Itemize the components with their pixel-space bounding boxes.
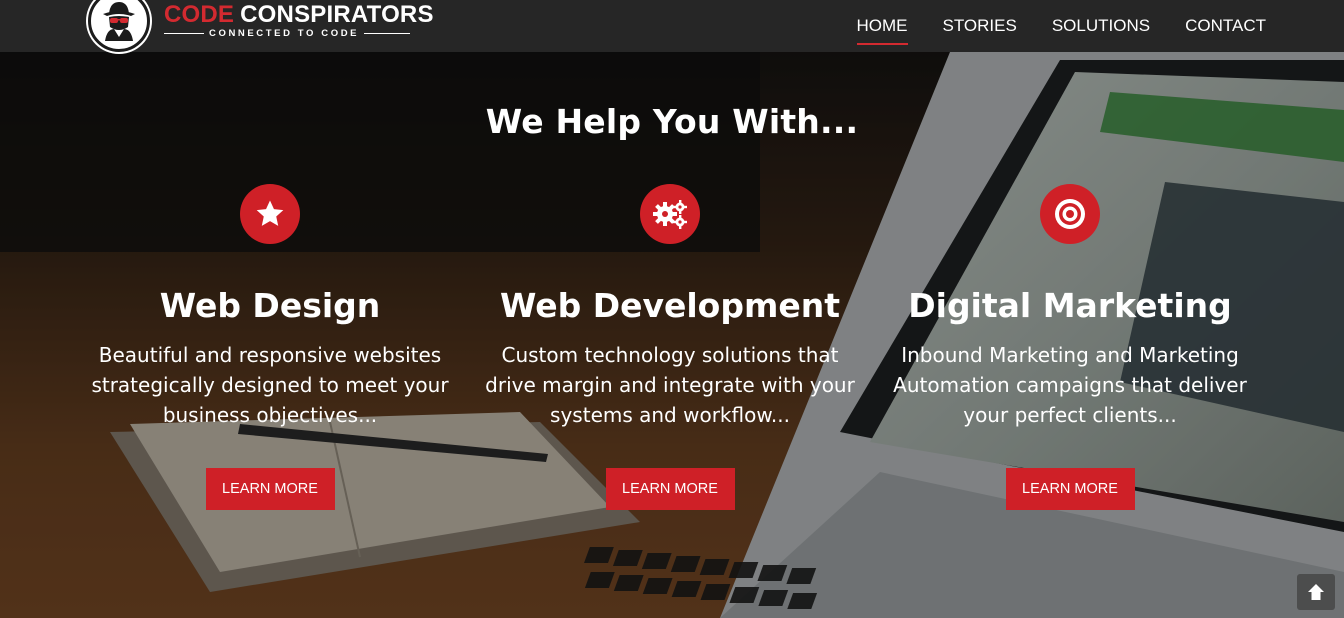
main-nav: HOME STORIES SOLUTIONS CONTACT — [822, 16, 1266, 45]
site-logo[interactable]: CODE CONSPIRATORS CONNECTED TO CODE — [88, 0, 433, 52]
nav-solutions[interactable]: SOLUTIONS — [1052, 16, 1150, 45]
service-description: Custom technology solutions that drive m… — [485, 343, 855, 427]
tagline-rule-left — [164, 33, 204, 34]
spy-logo-icon — [88, 0, 150, 52]
nav-contact[interactable]: CONTACT — [1185, 16, 1266, 45]
service-title: Digital Marketing — [908, 286, 1232, 325]
gears-icon — [640, 184, 700, 244]
site-header: CODE CONSPIRATORS CONNECTED TO CODE HOME … — [0, 0, 1344, 52]
logo-wordmark: CODE CONSPIRATORS CONNECTED TO CODE — [164, 3, 434, 39]
learn-more-button-digital-marketing[interactable]: LEARN MORE — [1005, 468, 1135, 510]
service-digital-marketing: Digital Marketing Inbound Marketing and … — [870, 184, 1270, 510]
service-description: Beautiful and responsive websites strate… — [91, 343, 449, 427]
logo-tagline-text: CONNECTED TO CODE — [209, 28, 360, 39]
nav-home[interactable]: HOME — [856, 16, 908, 45]
star-icon — [240, 184, 300, 244]
service-title: Web Design — [159, 286, 381, 325]
nav-stories[interactable]: STORIES — [943, 16, 1017, 45]
arrow-up-icon — [1308, 584, 1324, 600]
learn-more-button-web-design[interactable]: LEARN MORE — [205, 468, 335, 510]
learn-more-button-web-development[interactable]: LEARN MORE — [605, 468, 735, 510]
service-web-development: Web Development Custom technology soluti… — [470, 184, 870, 510]
logo-tagline: CONNECTED TO CODE — [164, 28, 434, 39]
hero-title: We Help You With... — [485, 102, 859, 141]
logo-word-conspirators: CONSPIRATORS — [240, 1, 434, 28]
service-description: Inbound Marketing and Marketing Automati… — [893, 343, 1247, 427]
back-to-top-button[interactable] — [1297, 574, 1335, 610]
service-title: Web Development — [499, 286, 841, 325]
target-icon — [1040, 184, 1100, 244]
logo-word-code: CODE — [164, 1, 235, 28]
hero-section: We Help You With... Web Design Beautiful… — [0, 52, 1344, 618]
service-web-design: Web Design Beautiful and responsive webs… — [70, 184, 470, 510]
tagline-rule-right — [364, 33, 411, 34]
